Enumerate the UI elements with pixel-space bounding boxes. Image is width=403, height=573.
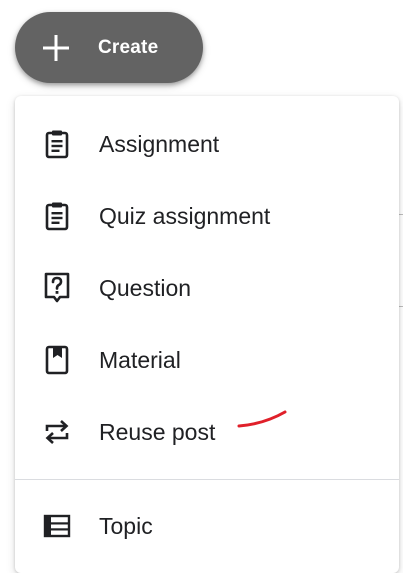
- menu-item-reuse-post[interactable]: Reuse post: [15, 396, 399, 468]
- material-icon: [42, 345, 72, 375]
- menu-item-material[interactable]: Material: [15, 324, 399, 396]
- topic-icon: [42, 511, 72, 541]
- create-button-label: Create: [98, 36, 159, 58]
- quiz-assignment-icon: [42, 201, 72, 231]
- plus-icon: [43, 34, 69, 61]
- menu-item-label: Assignment: [99, 130, 220, 157]
- create-menu: Assignment Quiz assignment Question Mate…: [15, 96, 399, 573]
- menu-item-label: Quiz assignment: [99, 202, 271, 229]
- question-icon: [42, 272, 72, 303]
- page: Create Assignment Quiz assignment Questi…: [0, 0, 403, 573]
- menu-item-label: Material: [99, 346, 181, 373]
- menu-item-quiz-assignment[interactable]: Quiz assignment: [15, 180, 399, 252]
- menu-item-topic[interactable]: Topic: [15, 490, 399, 562]
- menu-divider: [15, 479, 399, 480]
- create-button[interactable]: Create: [15, 12, 203, 83]
- menu-item-label: Reuse post: [99, 418, 216, 445]
- menu-item-assignment[interactable]: Assignment: [15, 108, 399, 180]
- menu-item-question[interactable]: Question: [15, 252, 399, 324]
- reuse-post-icon: [42, 417, 72, 447]
- assignment-icon: [42, 129, 72, 159]
- menu-item-label: Topic: [99, 512, 153, 539]
- menu-item-label: Question: [99, 274, 192, 301]
- annotation-mark: [237, 410, 287, 428]
